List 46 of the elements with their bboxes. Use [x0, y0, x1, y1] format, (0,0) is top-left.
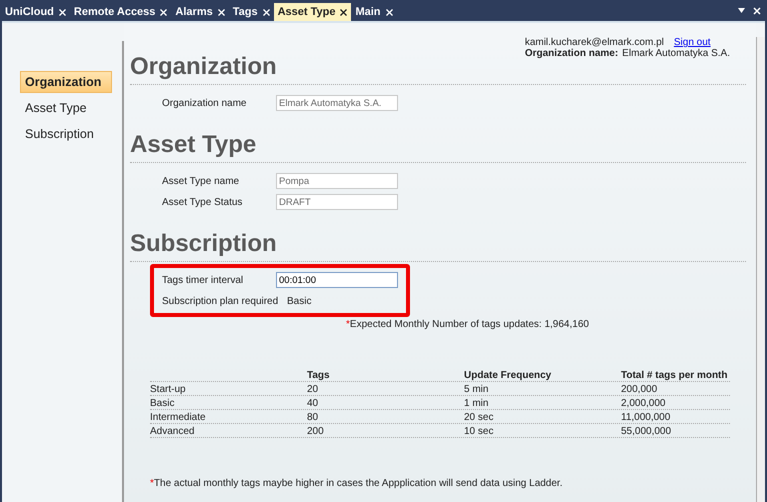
- table-cell-text: 55,000,000: [621, 426, 672, 437]
- input-field[interactable]: 00:01:00: [276, 272, 398, 288]
- user-email: kamil.kucharek@elmark.com.pl: [524, 37, 664, 48]
- tab[interactable]: UniCloud: [1, 3, 70, 21]
- column-header: Total # tags per month: [621, 370, 728, 381]
- column-header: Tags: [307, 370, 331, 381]
- table-cell-text: 200,000: [621, 384, 658, 395]
- sign-out-link[interactable]: Sign out: [674, 37, 711, 48]
- section-heading: Subscription: [130, 230, 746, 262]
- table-cell-text: 200: [307, 426, 325, 437]
- field-label: Organization name: [162, 98, 248, 108]
- table-cell-text: 40: [307, 398, 320, 409]
- field-label: Asset Type Status: [162, 196, 244, 208]
- table-cell-text: 2,000,000: [621, 398, 666, 409]
- table-cell-text: 11,000,000: [621, 412, 672, 423]
- scrollbar[interactable]: [756, 37, 765, 502]
- org-label: Organization name:: [524, 48, 618, 59]
- org-value: Elmark Automatyka S.A.: [622, 48, 730, 59]
- footnote: *The actual monthly tags maybe higher in cases the Appplication will send data using Ladder.: [150, 478, 564, 489]
- close-icon[interactable]: [340, 8, 348, 16]
- table-cell-text: 20: [307, 384, 320, 395]
- table-cell-text: 1 min: [464, 398, 490, 409]
- tab[interactable]: Alarms: [171, 3, 229, 21]
- field-value: Basic: [287, 296, 312, 306]
- field-label: Asset Type name: [162, 176, 240, 186]
- tab[interactable]: Asset Type: [274, 3, 352, 21]
- expected-updates-note: *Expected Monthly Number of tags updates: 1,964,160: [346, 319, 590, 330]
- sidebar-item[interactable]: Subscription: [20, 123, 112, 145]
- tab[interactable]: Main: [351, 3, 397, 21]
- sidebar-item[interactable]: Organization: [20, 71, 112, 93]
- field-label: Subscription plan required: [162, 296, 280, 306]
- table-cell-text: Basic: [150, 398, 176, 409]
- tab[interactable]: Remote Access: [70, 3, 172, 21]
- field-label: Tags timer interval: [162, 274, 244, 286]
- table-cell-text: 5 min: [464, 384, 490, 395]
- tab[interactable]: Tags: [228, 3, 274, 21]
- table-cell-text: Intermediate: [150, 412, 207, 423]
- column-header: Update Frequency: [464, 370, 552, 381]
- table-cell-text: 80: [307, 412, 320, 423]
- section-heading: Asset Type: [130, 131, 746, 163]
- table-cell-text: 20 sec: [464, 412, 494, 423]
- table-cell-text: Start-up: [150, 384, 187, 395]
- table-cell-text: 10 sec: [464, 426, 494, 437]
- table-cell-text: Advanced: [150, 426, 196, 437]
- sidebar-item[interactable]: Asset Type: [20, 97, 112, 119]
- dropdown-icon[interactable]: [738, 8, 745, 14]
